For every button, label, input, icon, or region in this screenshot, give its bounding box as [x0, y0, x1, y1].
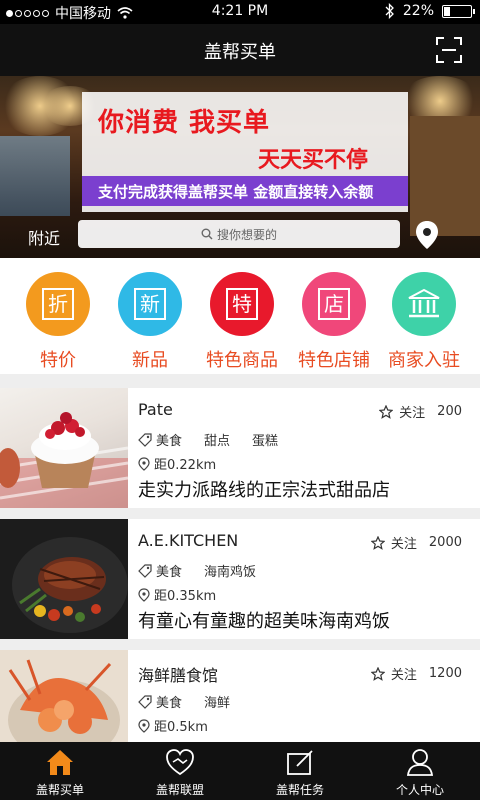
task-icon — [287, 750, 313, 775]
banner-strip: 支付完成获得盖帮买单 金额直接转入余额 — [82, 176, 408, 206]
tab-tasks[interactable]: 盖帮任务 — [240, 742, 360, 800]
store-distance: 距0.22km — [138, 454, 216, 473]
category-label: 新品 — [132, 350, 168, 371]
category-label: 特价 — [40, 350, 76, 371]
follow-button[interactable]: 关注 2000 — [370, 533, 462, 552]
follower-count: 2000 — [428, 535, 462, 550]
star-icon — [370, 666, 385, 681]
distance-text: 距0.35km — [154, 589, 217, 604]
location-icon — [138, 587, 150, 602]
store-tag: 美食 — [156, 565, 183, 580]
store-icon: 店 — [302, 272, 366, 336]
tab-profile[interactable]: 个人中心 — [360, 742, 480, 800]
store-tags: 美食 海南鸡饭 — [138, 561, 274, 580]
tag-icon — [138, 432, 152, 447]
banner-subline: 天天买不停 — [258, 148, 369, 173]
store-card[interactable]: A.E.KITCHEN 关注 2000 美食 海南鸡饭 距0.35km 有童心有… — [0, 519, 480, 639]
store-description: 走实力派路线的正宗法式甜品店 — [138, 480, 390, 501]
bottom-tab-bar: 盖帮买单 盖帮联盟 盖帮任务 个人中心 — [0, 742, 480, 800]
store-tag: 美食 — [156, 434, 183, 449]
tab-label: 个人中心 — [395, 783, 444, 797]
tab-home[interactable]: 盖帮买单 — [0, 742, 120, 800]
home-icon — [47, 750, 73, 775]
star-icon — [379, 404, 394, 419]
banner-decoration — [410, 116, 480, 236]
category-special-price[interactable]: 折 特价 — [10, 272, 106, 372]
distance-text: 距0.22km — [154, 458, 217, 473]
battery-icon — [442, 4, 475, 18]
store-tag: 海鲜 — [204, 696, 231, 711]
header: 盖帮买单 — [0, 24, 480, 76]
building-icon — [392, 272, 456, 336]
tag-icon — [138, 563, 152, 578]
store-tag: 美食 — [156, 696, 183, 711]
category-label: 特色商品 — [206, 350, 278, 371]
store-card[interactable]: Pate 关注 200 美食 甜点 蛋糕 距0.22km 走实力派路线的正宗法式… — [0, 388, 480, 508]
battery-percent: 22% — [402, 3, 434, 19]
category-featured-goods[interactable]: 特 特色商品 — [194, 272, 290, 372]
tab-alliance[interactable]: 盖帮联盟 — [120, 742, 240, 800]
nearby-label[interactable]: 附近 — [28, 225, 60, 249]
store-photo — [0, 388, 128, 508]
tab-label: 盖帮任务 — [275, 783, 324, 797]
status-bar: 中国移动 4:21 PM 22% — [0, 0, 480, 24]
discount-icon: 折 — [26, 272, 90, 336]
banner-decoration — [0, 136, 70, 216]
category-grid: 折 特价 新 新品 特 特色商品 店 特色店铺 商家入驻 — [0, 258, 480, 374]
category-featured-stores[interactable]: 店 特色店铺 — [286, 272, 382, 372]
tab-label: 盖帮联盟 — [155, 783, 204, 797]
category-new[interactable]: 新 新品 — [102, 272, 198, 372]
category-glyph: 新 — [134, 288, 166, 320]
store-tag: 海南鸡饭 — [204, 565, 257, 580]
bank-icon — [408, 288, 440, 318]
follow-button[interactable]: 关注 200 — [379, 402, 462, 421]
location-icon — [138, 456, 150, 471]
bluetooth-icon — [385, 3, 394, 19]
follow-label: 关注 — [390, 668, 417, 683]
store-distance: 距0.35km — [138, 585, 216, 604]
featured-icon: 特 — [210, 272, 274, 336]
promo-banner[interactable]: 你消费 我买单 天天买不停 支付完成获得盖帮买单 金额直接转入余额 附近 搜你想… — [0, 76, 480, 258]
category-glyph: 特 — [226, 288, 258, 320]
handshake-icon — [166, 749, 194, 776]
store-card[interactable]: 海鲜膳食馆 关注 1200 美食 海鲜 距0.5km — [0, 650, 480, 742]
star-icon — [370, 535, 385, 550]
follower-count: 200 — [437, 404, 462, 419]
search-input[interactable]: 搜你想要的 — [78, 220, 400, 248]
follow-label: 关注 — [399, 406, 426, 421]
store-tag: 蛋糕 — [252, 434, 279, 449]
category-glyph: 折 — [42, 288, 74, 320]
search-placeholder: 搜你想要的 — [216, 227, 277, 242]
store-photo — [0, 650, 128, 742]
page-title: 盖帮买单 — [204, 42, 276, 63]
banner-headline: 你消费 我买单 — [98, 108, 271, 138]
location-icon — [138, 718, 150, 733]
location-pin-icon[interactable] — [414, 220, 440, 250]
category-merchant-join[interactable]: 商家入驻 — [376, 272, 472, 372]
store-distance: 距0.5km — [138, 716, 208, 735]
person-icon — [406, 749, 434, 776]
category-label: 特色店铺 — [298, 350, 370, 371]
distance-text: 距0.5km — [154, 720, 208, 735]
category-glyph: 店 — [318, 288, 350, 320]
banner-strip-text: 支付完成获得盖帮买单 金额直接转入余额 — [98, 183, 374, 201]
store-name: 海鲜膳食馆 — [138, 666, 219, 685]
follow-label: 关注 — [390, 537, 417, 552]
scan-icon[interactable] — [436, 37, 462, 63]
tag-icon — [138, 694, 152, 709]
store-name: A.E.KITCHEN — [138, 531, 239, 550]
store-tags: 美食 甜点 蛋糕 — [138, 430, 296, 449]
store-name: Pate — [138, 400, 173, 419]
store-tags: 美食 海鲜 — [138, 692, 248, 711]
category-label: 商家入驻 — [388, 350, 460, 371]
follow-button[interactable]: 关注 1200 — [370, 664, 462, 683]
new-icon: 新 — [118, 272, 182, 336]
store-description: 有童心有童趣的超美味海南鸡饭 — [138, 611, 390, 632]
store-photo — [0, 519, 128, 639]
store-tag: 甜点 — [204, 434, 231, 449]
follower-count: 1200 — [428, 666, 462, 681]
search-icon — [201, 228, 213, 240]
tab-label: 盖帮买单 — [35, 783, 84, 797]
